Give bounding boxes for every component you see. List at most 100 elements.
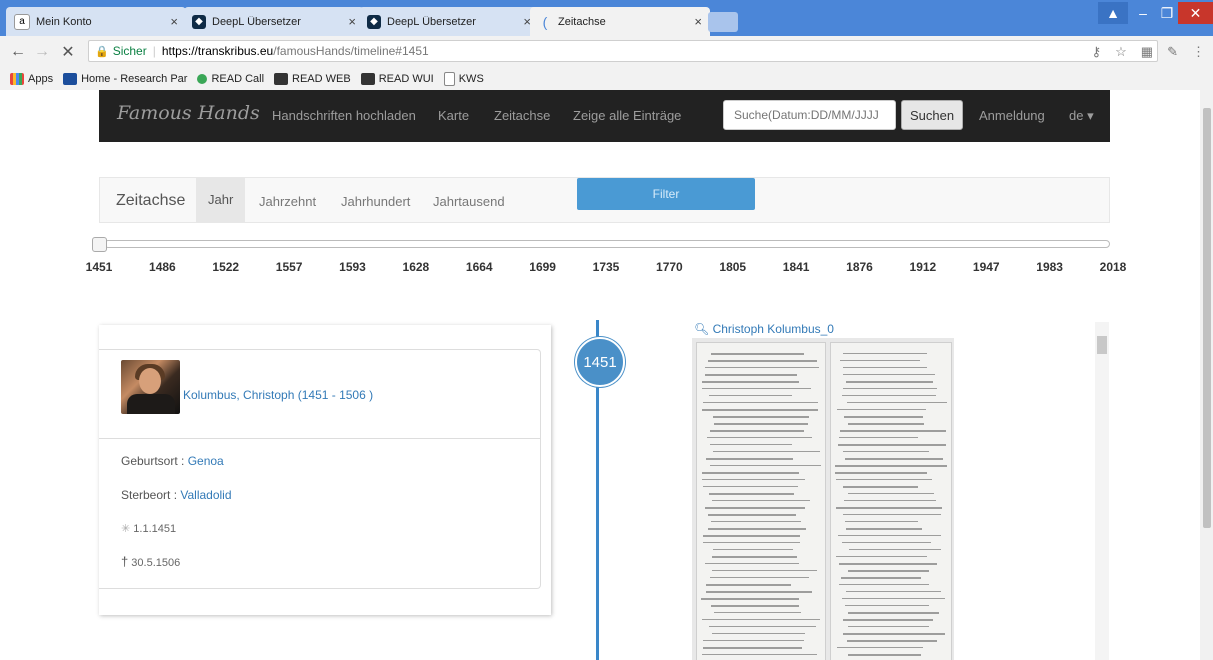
cross-icon: † [121,554,129,569]
timeline-title: Zeitachse [116,192,186,209]
scrollbar-thumb[interactable] [1203,108,1211,528]
bookmark-label: READ WEB [292,73,351,85]
year-slider-track[interactable] [104,240,1110,248]
brand-logo[interactable]: Famous Hands [117,102,260,124]
close-icon[interactable]: × [170,14,178,29]
birth-date-row: ✳ 1.1.1451 [121,522,176,535]
tab-millennium[interactable]: Jahrtausend [433,194,505,209]
person-card-inner: Kolumbus, Christoph (1451 - 1506 ) Gebur… [99,349,541,589]
year-slider-handle[interactable] [92,237,107,252]
nav-timeline-link[interactable]: Zeitachse [494,108,550,123]
key-icon[interactable]: ⚷ [1092,44,1102,60]
birthplace-row: Geburtsort : Genoa [121,454,224,468]
timeline-tick: 1805 [719,260,747,274]
stop-loading-icon[interactable]: ✕ [58,42,78,62]
tab-mein-konto[interactable]: a Mein Konto × [6,7,186,36]
document-title-link[interactable]: Christoph Kolumbus_0 [713,322,834,336]
manuscript-image[interactable] [692,338,954,660]
timeline-tick: 1876 [846,260,873,274]
login-link[interactable]: Anmeldung [979,108,1045,123]
person-name-link[interactable]: Kolumbus, Christoph (1451 - 1506 ) [183,388,373,402]
menu-icon[interactable]: ⋮ [1192,44,1205,60]
forward-arrow-icon[interactable]: → [32,42,52,62]
birth-star-icon: ✳ [121,523,131,535]
deathplace-label: Sterbeort : [121,488,178,502]
timeline-ticks: 1451 1486 1522 1557 1593 1628 1664 1699 1735 1770… [0,260,1200,276]
language-dropdown[interactable]: de ▾ [1069,108,1094,124]
timeline-tick: 1451 [85,260,113,274]
timeline-tick: 1947 [972,260,1000,274]
timeline-tick: 1522 [212,260,240,274]
bookmark-read-wui[interactable]: READ WUI [360,73,434,85]
tab-deepl-1[interactable]: ◆ DeepL Übersetzer × [184,7,364,36]
tab-year[interactable]: Jahr [196,178,246,222]
document-title[interactable]: 🔍︎ Christoph Kolumbus_0 [694,322,834,336]
bookmark-read-web[interactable]: READ WEB [274,73,351,85]
filter-button[interactable]: Filter [577,178,755,210]
deepl-icon: ◆ [192,14,206,29]
timeline-toolbar: Zeitachse Jahr Jahrzehnt Jahrhundert Jah… [99,177,1110,223]
zoom-in-icon: 🔍︎ [694,322,710,336]
deathplace-link[interactable]: Valladolid [180,488,231,502]
read-logo-icon [360,73,375,85]
timeline-tick: 1699 [529,260,556,274]
green-dot-icon [197,74,208,84]
tab-century[interactable]: Jahrhundert [341,194,410,209]
nav-all-entries-link[interactable]: Zeige alle Einträge [573,108,681,123]
tab-zeitachse[interactable]: ( Zeitachse × [530,7,710,36]
search-button[interactable]: Suchen [901,100,963,130]
close-icon[interactable]: × [348,14,356,29]
apps-grid-icon [10,73,24,85]
nav-upload-link[interactable]: Handschriften hochladen [272,108,416,123]
toolbar-icons: ⚷ ☆ ▦ ✎ ⋮ [1092,44,1205,60]
star-icon[interactable]: ☆ [1115,44,1127,60]
manuscript-page-right [830,342,952,660]
avatar[interactable] [121,360,180,414]
read-logo-icon [274,73,289,85]
url-host: https://transkribus.eu [161,44,274,58]
tab-title: DeepL Übersetzer [212,15,301,28]
bookmarks-bar: Apps Home - Research Par READ Call READ … [0,68,1213,91]
deathplace-row: Sterbeort : Valladolid [121,488,232,502]
bookmark-kws[interactable]: KWS [443,72,484,86]
site-navbar: Famous Hands Handschriften hochladen Kar… [99,90,1110,142]
tab-deepl-2[interactable]: ◆ DeepL Übersetzer × [359,7,539,36]
birth-date: 1.1.1451 [133,523,177,535]
nav-map-link[interactable]: Karte [438,108,469,123]
profile-icon[interactable]: ▲ [1098,2,1128,24]
browser-tab-strip: a Mein Konto × ◆ DeepL Übersetzer × ◆ De… [0,0,1213,36]
bookmark-label: KWS [458,73,484,85]
new-tab-button[interactable] [708,12,738,32]
document-scrollbar[interactable] [1095,322,1109,660]
timeline-tick: 1664 [465,260,493,274]
bookmark-blue-icon [63,73,78,85]
death-date: 30.5.1506 [131,557,181,569]
timeline-tick: 1593 [339,260,366,274]
browser-toolbar: ← → ✕ 🔒 Sicher | https://transkribus.eu … [0,36,1213,69]
search-input[interactable] [723,100,896,130]
amazon-icon: a [14,13,30,30]
person-card-header: Kolumbus, Christoph (1451 - 1506 ) [99,350,540,439]
tab-decade[interactable]: Jahrzehnt [259,194,316,209]
url-separator: | [152,44,156,58]
close-icon[interactable]: × [694,14,702,29]
address-bar[interactable]: 🔒 Sicher | https://transkribus.eu /famou… [88,40,1158,62]
birthplace-label: Geburtsort : [121,454,185,468]
bookmark-read-call[interactable]: READ Call [197,73,264,85]
page-scrollbar[interactable] [1200,90,1213,660]
bookmark-apps[interactable]: Apps [10,73,53,85]
feather-icon[interactable]: ✎ [1167,44,1178,60]
tab-title: Zeitachse [558,15,606,28]
back-arrow-icon[interactable]: ← [8,42,28,62]
manuscript-page-left [696,342,826,660]
timeline-tick: 1983 [1036,260,1063,274]
timeline-tick: 1841 [782,260,810,274]
extension-icon[interactable]: ▦ [1141,44,1153,60]
page-content: Famous Hands Handschriften hochladen Kar… [0,90,1200,660]
window-close-icon[interactable]: ✕ [1178,2,1213,24]
birthplace-link[interactable]: Genoa [188,454,224,468]
timeline-tick: 2018 [1099,260,1127,274]
timeline-tick: 1557 [275,260,303,274]
bookmark-home-research[interactable]: Home - Research Par [63,73,187,85]
timeline-tick: 1628 [402,260,430,274]
